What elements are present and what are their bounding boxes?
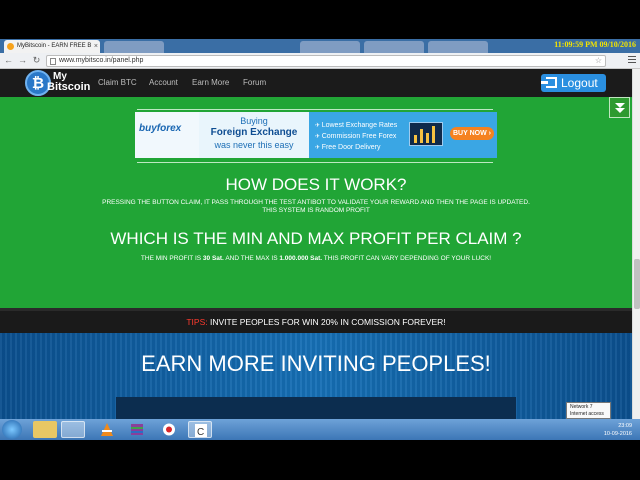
page-icon: [50, 58, 56, 65]
system-tray[interactable]: 23:09 10-09-2016: [540, 419, 640, 440]
ad-feature-2: Commission Free Forex: [315, 133, 397, 140]
menu-icon[interactable]: [628, 56, 636, 64]
ad-chart-image: [409, 122, 443, 146]
nav-claim-btc[interactable]: Claim BTC: [98, 78, 137, 87]
winrar-icon[interactable]: [125, 421, 149, 438]
address-bar[interactable]: www.mybitsco.in/panel.php ☆: [46, 55, 606, 67]
ad-buy-now-button[interactable]: BUY NOW ›: [450, 127, 494, 140]
invite-heading: EARN MORE INVITING PEOPLES!: [141, 351, 491, 376]
invite-section: EARN MORE INVITING PEOPLES!: [0, 333, 632, 419]
logout-icon: [541, 77, 557, 88]
recorder-icon[interactable]: [157, 421, 181, 438]
logout-button[interactable]: Logout: [541, 74, 606, 92]
tips-text: INVITE PEOPLES FOR WIN 20% IN COMISSION …: [207, 317, 446, 327]
browser-toolbar: ← → ↻ www.mybitsco.in/panel.php ☆: [0, 53, 640, 69]
explorer-icon[interactable]: [33, 421, 57, 438]
ad-line-1: Buying: [240, 116, 268, 126]
ad-feature-1: Lowest Exchange Rates: [315, 122, 398, 129]
browser-tab-4[interactable]: [364, 41, 424, 53]
divider-top: [137, 109, 493, 110]
browser-tab-5[interactable]: [428, 41, 488, 53]
ad-line-3: was never this easy: [214, 140, 294, 150]
letterbox-bottom: [0, 440, 640, 480]
tips-bar: TIPS: INVITE PEOPLES FOR WIN 20% IN COMI…: [0, 311, 632, 333]
tab-close-icon[interactable]: ×: [94, 40, 98, 53]
tab-title: MyBitscoin - EARN FREE B: [17, 43, 92, 49]
svg-text:C: C: [197, 427, 204, 438]
clock-overlay: 11:09:59 PM 09/10/2016: [554, 40, 636, 49]
bitcoin-favicon-icon: [7, 43, 14, 50]
scroll-down-icon[interactable]: [609, 97, 630, 118]
min-profit-value: 30 Sat.: [202, 255, 224, 262]
tray-time: 23:09: [618, 423, 632, 429]
chrome-icon[interactable]: [61, 421, 85, 438]
vlc-icon[interactable]: [95, 421, 119, 438]
ad-feature-3: Free Door Delivery: [315, 144, 381, 151]
logout-label: Logout: [561, 76, 598, 90]
taskbar: C 23:09 10-09-2016: [0, 419, 640, 440]
nav-forum[interactable]: Forum: [243, 78, 266, 87]
back-arrow-icon[interactable]: ←: [3, 55, 14, 66]
forward-arrow-icon[interactable]: →: [17, 55, 28, 66]
max-profit-value: 1.000.000 Sat.: [279, 255, 323, 262]
how-text-2: THIS SYSTEM IS RANDOM PROFIT: [262, 207, 370, 214]
nav-account[interactable]: Account: [149, 78, 178, 87]
screen: MyBitscoin - EARN FREE B × 11:09:59 PM 0…: [0, 0, 640, 480]
divider-bottom: [137, 162, 493, 163]
tab-strip: MyBitscoin - EARN FREE B ×: [0, 39, 640, 53]
ad-line-2: Foreign Exchange: [210, 127, 298, 138]
page-scrollbar[interactable]: [632, 69, 640, 419]
browser-tab[interactable]: MyBitscoin - EARN FREE B ×: [4, 40, 100, 53]
browser-tab-3[interactable]: [300, 41, 360, 53]
tips-label: TIPS:: [186, 317, 208, 327]
referral-panel: [116, 397, 516, 419]
url-text: www.mybitsco.in/panel.php: [59, 57, 144, 64]
reload-icon[interactable]: ↻: [31, 55, 42, 66]
browser-tab-2[interactable]: [104, 41, 164, 53]
nav-earn-more[interactable]: Earn More: [192, 78, 229, 87]
start-button-icon[interactable]: [2, 420, 22, 439]
how-text: PRESSING THE BUTTON CLAIM, IT PASS THROU…: [102, 199, 530, 206]
network-tooltip: Network 7 Internet access: [566, 402, 611, 419]
profit-heading: WHICH IS THE MIN AND MAX PROFIT PER CLAI…: [110, 229, 522, 248]
how-heading: HOW DOES IT WORK?: [225, 175, 407, 194]
site-logo[interactable]: ₿ My Bitscoin: [25, 70, 90, 96]
ad-brand: buyforex: [139, 123, 182, 134]
profit-text: THE MIN PROFIT IS 30 Sat. AND THE MAX IS…: [140, 255, 492, 262]
ad-banner[interactable]: buyforex Buying Foreign Exchange was nev…: [135, 112, 497, 158]
tray-date: 10-09-2016: [603, 431, 632, 437]
site-navbar: ₿ My Bitscoin Claim BTC Account Earn Mor…: [0, 69, 632, 97]
bookmark-star-icon[interactable]: ☆: [595, 56, 602, 66]
logo-text-bitscoin: Bitscoin: [47, 81, 91, 93]
scrollbar-thumb[interactable]: [634, 259, 640, 309]
camtasia-icon[interactable]: C: [188, 421, 212, 438]
